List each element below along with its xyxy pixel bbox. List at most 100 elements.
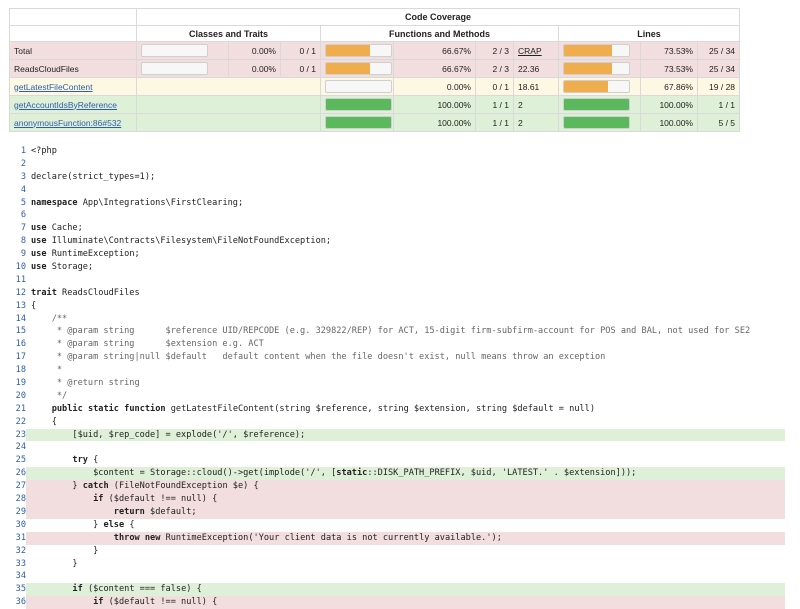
methods-count: 1 / 1 [475, 95, 514, 114]
code-line: 5 namespace App\Integrations\FirstClearin… [9, 197, 785, 210]
classes-progress-bar [141, 44, 208, 57]
line-number-link[interactable]: 35 [9, 583, 26, 596]
lines-progress-bar [563, 116, 630, 129]
classes-empty-cell [136, 113, 321, 132]
line-number-link[interactable]: 29 [9, 506, 26, 519]
code-line: 20 */ [9, 390, 785, 403]
row-name: ReadsCloudFiles [9, 59, 137, 78]
line-number-link[interactable]: 27 [9, 480, 26, 493]
methods-progress-bar-fill [326, 99, 391, 110]
code-line: 14 /** [9, 313, 785, 326]
code-line: 11 [9, 274, 785, 287]
code-line: 13 { [9, 300, 785, 313]
code-text: * [31, 365, 63, 376]
code-coverage-header: Code Coverage [135, 8, 741, 26]
line-number-link[interactable]: 7 [9, 222, 26, 235]
line-number-link[interactable]: 34 [9, 570, 26, 583]
line-number-link[interactable]: 31 [9, 532, 26, 545]
line-number-link[interactable]: 13 [9, 300, 26, 313]
line-number-link[interactable]: 14 [9, 313, 26, 326]
methods-bar-cell [320, 113, 394, 132]
methods-percent: 66.67% [393, 59, 476, 78]
crap-value: CRAP [513, 41, 559, 60]
methods-progress-bar-fill [326, 117, 391, 128]
methods-progress-bar [325, 62, 392, 75]
code-text: * @param string $reference UID/REPCODE (… [31, 326, 751, 337]
line-number-link[interactable]: 5 [9, 197, 26, 210]
line-number-link[interactable]: 21 [9, 403, 26, 416]
methods-bar-cell [320, 77, 394, 96]
coverage-row: getAccountIdsByReference 100.00% 1 / 1 2 100… [9, 95, 741, 114]
line-number-link[interactable]: 33 [9, 558, 26, 571]
line-number-link[interactable]: 2 [9, 158, 26, 171]
lines-count: 5 / 5 [696, 113, 741, 132]
line-number-link[interactable]: 22 [9, 416, 26, 429]
code-text: use RuntimeException; [31, 249, 140, 260]
row-name-link[interactable]: getAccountIdsByReference [14, 100, 117, 110]
code-line: 26 $content = Storage::cloud()->get(impl… [9, 467, 785, 481]
line-number-link[interactable]: 18 [9, 364, 26, 377]
line-number-link[interactable]: 19 [9, 377, 26, 390]
line-number-link[interactable]: 32 [9, 545, 26, 558]
methods-percent: 100.00% [393, 113, 476, 132]
lines-progress-bar-fill [564, 99, 629, 110]
line-number-link[interactable]: 16 [9, 338, 26, 351]
lines-progress-bar-fill [564, 45, 613, 56]
methods-percent: 100.00% [393, 95, 476, 114]
row-name-link[interactable]: anonymousFunction:86#532 [14, 118, 121, 128]
code-text: } [31, 558, 78, 569]
line-number-link[interactable]: 11 [9, 274, 26, 287]
methods-progress-bar-fill [326, 45, 370, 56]
lines-bar-cell [558, 113, 641, 132]
code-line: 9 use RuntimeException; [9, 248, 785, 261]
code-text: try { [72, 455, 99, 466]
row-name-link[interactable]: getLatestFileContent [14, 82, 92, 92]
code-text: */ [31, 390, 68, 401]
code-text: { [31, 300, 37, 311]
line-number-link[interactable]: 30 [9, 519, 26, 532]
code-line: 18 * [9, 364, 785, 377]
lines-progress-bar [563, 44, 630, 57]
line-number-link[interactable]: 20 [9, 390, 26, 403]
classes-progress-bar [141, 62, 208, 75]
line-number-link[interactable]: 26 [9, 467, 26, 480]
code-line: 2 [9, 158, 785, 171]
line-number-link[interactable]: 23 [9, 429, 26, 442]
line-number-link[interactable]: 15 [9, 325, 26, 338]
lines-progress-bar [563, 62, 630, 75]
crap-label: CRAP [518, 45, 542, 56]
code-line: 35 if ($content === false) { [9, 583, 785, 597]
code-text: /** [31, 313, 68, 324]
lines-bar-cell [558, 77, 641, 96]
code-line: 7 use Cache; [9, 222, 785, 235]
line-number-link[interactable]: 10 [9, 261, 26, 274]
line-number-link[interactable]: 12 [9, 287, 26, 300]
methods-percent: 0.00% [393, 77, 476, 96]
code-text: * @return string [31, 378, 140, 389]
code-line: 1 <?php [9, 145, 785, 158]
coverage-row: ReadsCloudFiles 0.00% 0 / 1 66.67% 2 / 3 22.3… [9, 59, 741, 78]
line-number-link[interactable]: 28 [9, 493, 26, 506]
source-code-view: 1 <?php 2 3 declare(strict_types=1); 4 5 namesp… [9, 145, 785, 609]
code-text: $content = Storage::cloud()->get(implode… [26, 467, 785, 481]
line-number-link[interactable]: 24 [9, 441, 26, 454]
code-line: 3 declare(strict_types=1); [9, 171, 785, 184]
line-number-link[interactable]: 4 [9, 184, 26, 197]
code-line: 4 [9, 184, 785, 197]
line-number-link[interactable]: 17 [9, 351, 26, 364]
row-name-cell: anonymousFunction:86#532 [9, 113, 137, 132]
lines-count: 1 / 1 [696, 95, 741, 114]
methods-count: 2 / 3 [475, 59, 514, 78]
line-number-link[interactable]: 25 [9, 454, 26, 467]
line-number-link[interactable]: 1 [9, 145, 26, 158]
line-number-link[interactable]: 6 [9, 209, 26, 222]
line-number-link[interactable]: 9 [9, 248, 26, 261]
methods-bar-cell [320, 59, 394, 78]
line-number-link[interactable]: 8 [9, 235, 26, 248]
line-number-link[interactable]: 3 [9, 171, 26, 184]
methods-bar-cell [320, 95, 394, 114]
